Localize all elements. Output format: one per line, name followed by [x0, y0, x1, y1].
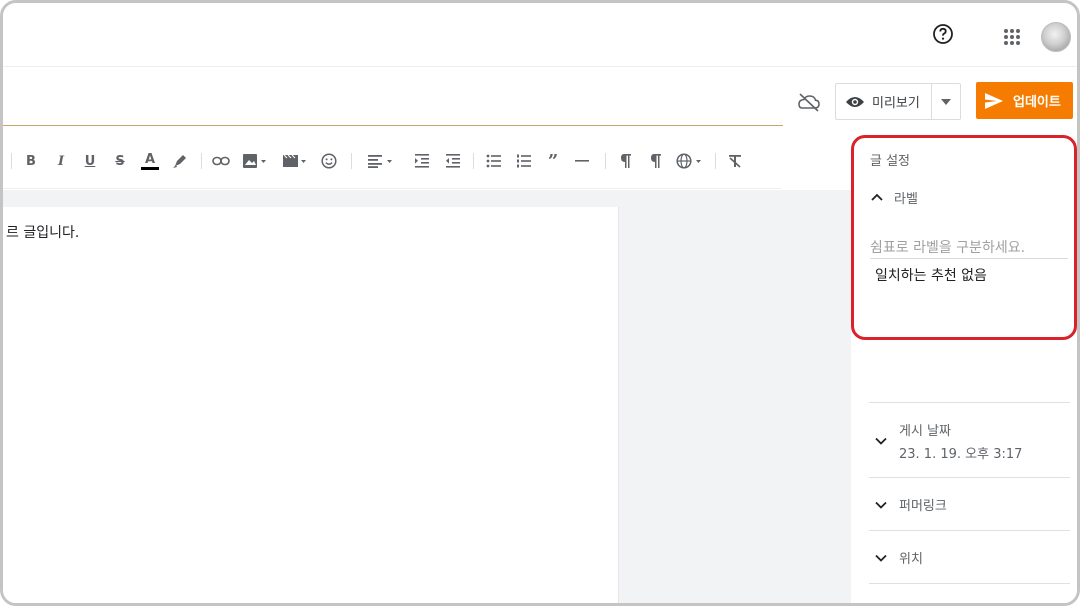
publish-date-section[interactable]: 게시 날짜 23. 1. 19. 오후 3:17	[869, 402, 1070, 477]
paragraph-rtl-icon	[651, 154, 661, 168]
chevron-down-icon	[875, 554, 887, 562]
text-color-icon: A	[144, 151, 156, 167]
avatar[interactable]	[1041, 22, 1071, 52]
strikethrough-button[interactable]: S	[112, 151, 128, 171]
text-color-bar	[141, 166, 159, 170]
quote-button[interactable]: ”	[544, 150, 562, 172]
toolbar-divider	[715, 153, 716, 169]
permalink-label: 퍼머링크	[899, 499, 947, 514]
editor-body[interactable]	[3, 207, 619, 603]
chevron-down-icon	[875, 437, 887, 445]
highlighter-icon	[173, 155, 186, 168]
preview-dropdown-button[interactable]	[932, 84, 960, 119]
numbered-list-button[interactable]	[514, 151, 534, 171]
preview-label: 미리보기	[872, 96, 920, 111]
horizontal-rule-icon	[575, 160, 589, 162]
horizontal-rule-button[interactable]	[573, 151, 591, 171]
globe-icon	[676, 153, 701, 169]
clear-format-button[interactable]	[726, 151, 744, 171]
italic-icon: I	[57, 153, 65, 169]
outdent-button[interactable]	[443, 151, 463, 171]
update-label: 업데이트	[1013, 95, 1061, 110]
numbered-list-icon	[517, 154, 531, 168]
bulleted-list-button[interactable]	[484, 151, 504, 171]
help-circle-icon[interactable]	[932, 23, 954, 45]
emoji-icon	[321, 153, 337, 169]
clear-formatting-icon	[729, 155, 741, 168]
underline-icon: U	[84, 153, 96, 169]
location-label: 위치	[899, 552, 923, 567]
format-toolbar: B I U S A ”	[3, 143, 781, 189]
emoji-button[interactable]	[319, 151, 339, 171]
post-title-input[interactable]	[3, 102, 783, 126]
toolbar-divider	[473, 153, 474, 169]
image-icon	[243, 154, 266, 168]
link-icon	[212, 156, 230, 166]
link-button[interactable]	[210, 151, 232, 171]
app-window: 미리보기 업데이트 B I U S A ” 르 글입니다. 글 설정 라벨 쉼표…	[0, 0, 1080, 606]
ltr-button[interactable]	[616, 151, 636, 171]
preview-button-group: 미리보기	[835, 83, 961, 120]
indent-increase-icon	[415, 154, 429, 168]
send-icon	[985, 92, 1003, 109]
strikethrough-icon: S	[115, 153, 125, 169]
insert-image-button[interactable]	[241, 151, 269, 171]
rtl-button[interactable]	[646, 151, 666, 171]
chevron-down-icon	[875, 501, 887, 509]
eye-icon	[846, 96, 864, 107]
top-bar	[3, 3, 1077, 67]
indent-decrease-icon	[446, 154, 460, 168]
publish-date-value: 23. 1. 19. 오후 3:17	[899, 447, 1023, 462]
bulleted-list-icon	[486, 154, 501, 168]
underline-button[interactable]: U	[82, 151, 98, 171]
cloud-off-icon	[798, 93, 820, 112]
toolbar-divider	[11, 153, 12, 169]
publish-date-label: 게시 날짜	[899, 424, 951, 439]
annotation-highlight-box	[851, 135, 1077, 340]
bold-icon: B	[26, 153, 36, 169]
caret-down-icon	[941, 98, 952, 105]
preview-button[interactable]: 미리보기	[836, 84, 933, 119]
apps-grid-icon[interactable]	[1002, 27, 1022, 47]
indent-button[interactable]	[412, 151, 432, 171]
editor-text[interactable]: 르 글입니다.	[6, 222, 79, 242]
insert-video-button[interactable]	[281, 151, 309, 171]
location-section[interactable]: 위치	[869, 530, 1070, 583]
italic-button[interactable]: I	[53, 151, 69, 171]
video-icon	[283, 154, 306, 167]
highlight-button[interactable]	[170, 151, 190, 171]
text-color-button[interactable]: A	[140, 151, 160, 171]
paragraph-ltr-icon	[621, 154, 631, 168]
permalink-section[interactable]: 퍼머링크	[869, 477, 1070, 530]
quote-icon: ”	[547, 150, 559, 172]
update-button[interactable]: 업데이트	[976, 82, 1073, 119]
language-button[interactable]	[675, 151, 705, 171]
toolbar-divider	[201, 153, 202, 169]
next-section-partial[interactable]	[869, 583, 1070, 603]
align-button[interactable]	[365, 151, 397, 171]
toolbar-divider	[351, 153, 352, 169]
bold-button[interactable]: B	[23, 151, 39, 171]
align-left-icon	[368, 155, 392, 168]
toolbar-divider	[605, 153, 606, 169]
